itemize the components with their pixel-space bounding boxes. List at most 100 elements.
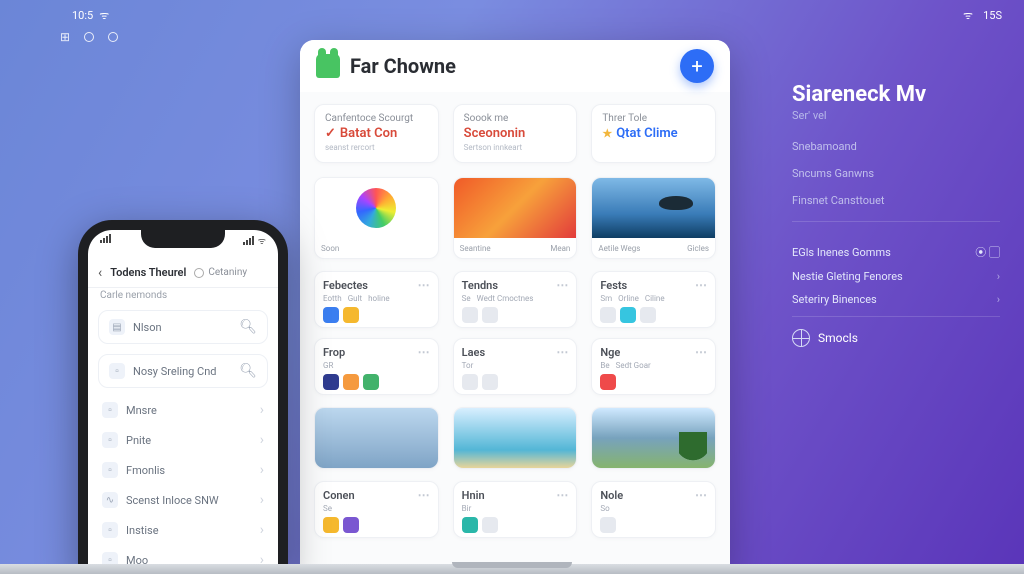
toggle-icon: ⦿ ▢ (975, 244, 1000, 260)
more-icon[interactable]: ⋯ (556, 278, 568, 292)
phone-subtitle: Carle nemonds (100, 290, 167, 301)
thumbnail-card[interactable] (314, 407, 439, 469)
item-label: Nlson (133, 321, 162, 334)
add-button[interactable]: + (680, 49, 714, 83)
thumbnail-card[interactable] (591, 407, 716, 469)
item-icon: ▫ (102, 522, 118, 538)
mini-sub: So (600, 504, 707, 513)
circle-control[interactable] (108, 32, 118, 42)
side-panel: Siareneck Mv Ser' vel Snebamoand Sncums … (774, 60, 1024, 574)
mini-title: Fests (600, 279, 627, 292)
thumbnail-card[interactable] (453, 407, 578, 469)
side-link[interactable]: Snebamoand (792, 140, 1000, 153)
mini-card[interactable]: Nge⋯BeSedt Goar (591, 338, 716, 395)
chevron-right-icon: › (260, 462, 264, 478)
phone-list-item[interactable]: ▤ Nlson 🔍︎ (98, 310, 268, 344)
mini-card[interactable]: Febectes ⋯ EotthGultholine (314, 271, 439, 328)
mini-card-row: Conen⋯SeHnin⋯BirNole⋯So (300, 473, 730, 540)
app-icon (600, 307, 616, 323)
item-icon: ▤ (109, 319, 125, 335)
phone-header-action[interactable]: Cetaniny (194, 267, 247, 278)
mini-card[interactable]: Tendns⋯SeWedt Cmoctnes (453, 271, 578, 328)
mini-icons (600, 517, 707, 533)
mini-icons (323, 517, 430, 533)
thumbnail-card[interactable]: Soon (314, 177, 439, 259)
category-card[interactable]: Soook meSceononinSertson innkeart (453, 104, 578, 163)
app-title: Far Chowne (350, 54, 456, 78)
thumbnail-card[interactable]: Aetile WegsGicles (591, 177, 716, 259)
phone-list-item[interactable]: ∿ Scenst Inloce SNW › (98, 488, 268, 512)
category-card[interactable]: Canfentoce Scourgt✓Batat Conseanst rerco… (314, 104, 439, 163)
phone-list: ▤Nlson🔍︎▫Nosy Sreling Cnd🔍︎▫Mnsre›▫Pnite… (98, 310, 268, 574)
more-icon[interactable]: ⋯ (556, 345, 568, 359)
mini-icons (462, 307, 569, 323)
mini-card[interactable]: Laes⋯Tor (453, 338, 578, 395)
mini-card[interactable]: Nole⋯So (591, 481, 716, 538)
mini-icons (323, 374, 430, 390)
mini-sub: EotthGultholine (323, 294, 430, 303)
more-icon[interactable]: ⋯ (556, 488, 568, 502)
item-label: Fmonlis (126, 464, 165, 477)
window-controls[interactable]: ⊞ (60, 32, 118, 42)
check-icon: ✓ (325, 126, 336, 141)
thumbnail-card[interactable]: SeantineMean (453, 177, 578, 259)
category-title: Threr Tole (602, 113, 705, 124)
mini-card[interactable]: Fests ⋯ SmOrlineCiline (591, 271, 716, 328)
side-section-header[interactable]: EGls Inenes Gomms ⦿ ▢ (792, 244, 1000, 260)
back-icon[interactable]: ‹ (98, 265, 102, 281)
app-icon (482, 307, 498, 323)
more-icon[interactable]: ⋯ (418, 345, 430, 359)
item-icon: ▫ (109, 363, 125, 379)
more-icon[interactable]: ⋯ (695, 278, 707, 292)
phone-list-item[interactable]: ▫Pnite› (98, 428, 268, 452)
side-item[interactable]: Nestie Gleting Fenores› (792, 270, 1000, 283)
battery-text: 15S (983, 9, 1002, 22)
mini-sub: SmOrlineCiline (600, 294, 707, 303)
mini-icons (323, 307, 430, 323)
side-section: EGls Inenes Gomms ⦿ ▢ Nestie Gleting Fen… (792, 221, 1000, 306)
side-title: Siareneck Mv (792, 82, 1000, 107)
phone-list-item[interactable]: ▫Fmonlis› (98, 458, 268, 482)
mini-card-row: Febectes ⋯ EotthGultholine Tendns⋯SeWedt Cm… (300, 263, 730, 330)
app-icon (640, 307, 656, 323)
more-icon[interactable]: ⋯ (695, 345, 707, 359)
side-link[interactable]: Sncums Ganwns (792, 167, 1000, 180)
search-icon[interactable]: 🔍︎ (239, 319, 257, 335)
mini-card[interactable]: Hnin⋯Bir (453, 481, 578, 538)
clock-text: 10:5 (72, 9, 93, 22)
phone-list-item[interactable]: ▫Nosy Sreling Cnd🔍︎ (98, 354, 268, 388)
app-icon (323, 517, 339, 533)
thumbnail-caption: SeantineMean (454, 238, 577, 258)
chevron-right-icon: › (260, 402, 264, 418)
thumbnail-image (592, 178, 715, 238)
side-item[interactable]: Seteriry Binences› (792, 293, 1000, 306)
side-footer[interactable]: Smocls (792, 316, 1000, 347)
chevron-right-icon: › (260, 522, 264, 538)
item-label: Scenst Inloce SNW (126, 494, 219, 507)
item-label: Pnite (126, 434, 151, 447)
grid-icon[interactable]: ⊞ (60, 32, 70, 42)
more-icon[interactable]: ⋯ (418, 278, 430, 292)
thumbnail-image (315, 408, 438, 468)
app-icon (600, 517, 616, 533)
chevron-right-icon: › (260, 492, 264, 508)
side-link[interactable]: Finsnet Cansttouet (792, 194, 1000, 207)
more-icon[interactable]: ⋯ (418, 488, 430, 502)
mini-sub: GR (323, 361, 430, 370)
mini-sub: Se (323, 504, 430, 513)
item-icon: ▫ (102, 402, 118, 418)
item-label: Mnsre (126, 404, 157, 417)
mini-card[interactable]: Conen⋯Se (314, 481, 439, 538)
search-icon[interactable]: 🔍︎ (239, 363, 257, 379)
category-card[interactable]: Threr Tole★Qtat Clime (591, 104, 716, 163)
mini-card[interactable]: Frop ⋯ GR (314, 338, 439, 395)
phone-list-item[interactable]: ▫ Mnsre › (98, 398, 268, 422)
circle-control[interactable] (84, 32, 94, 42)
app-logo-icon (316, 54, 340, 78)
phone-list-item[interactable]: ▫Instise› (98, 518, 268, 542)
item-icon: ∿ (102, 492, 118, 508)
globe-icon (792, 329, 810, 347)
mini-title: Febectes (323, 279, 368, 292)
mini-title: Frop (323, 346, 345, 359)
more-icon[interactable]: ⋯ (695, 488, 707, 502)
